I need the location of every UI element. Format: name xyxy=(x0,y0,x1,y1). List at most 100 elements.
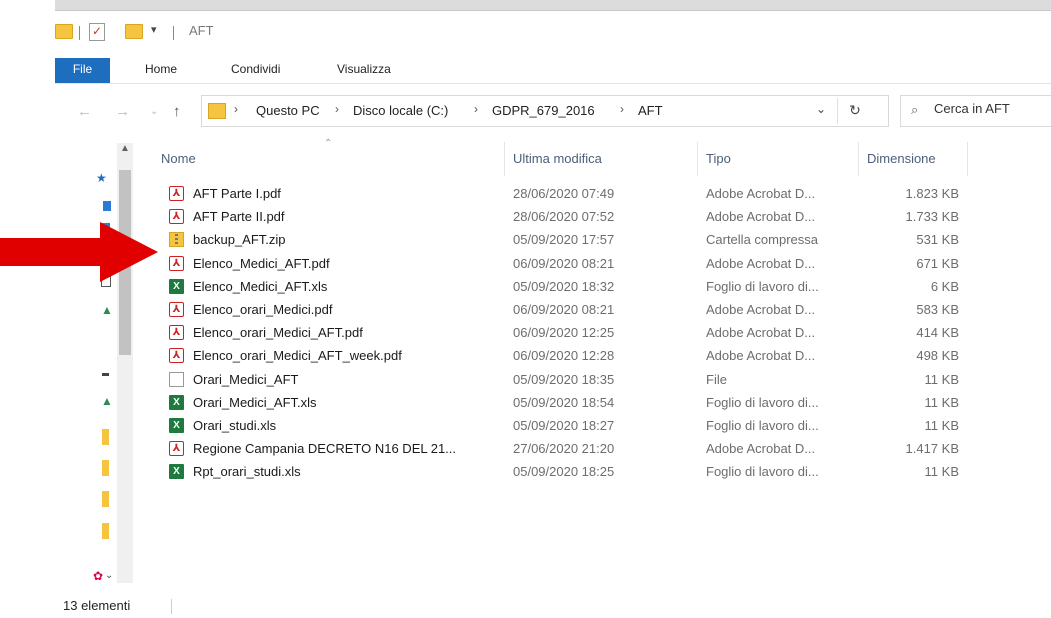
pdf-icon: ⅄ xyxy=(169,302,184,317)
quick-access-toolbar: ✓ ▾ AFT xyxy=(55,20,355,46)
file-size: 11 KB xyxy=(924,371,959,387)
file-name: Orari_studi.xls xyxy=(193,418,277,433)
breadcrumb-local-disk[interactable]: Disco locale (C:) xyxy=(353,103,448,118)
pdf-icon: ⅄ xyxy=(169,186,184,201)
status-bar: 13 elementi xyxy=(55,595,1051,618)
pdf-icon: ⅄ xyxy=(169,325,184,341)
file-type: Adobe Acrobat D... xyxy=(706,209,816,225)
tab-share[interactable]: Condividi xyxy=(231,58,280,83)
file-name: Elenco_orari_Medici.pdf xyxy=(193,302,333,317)
file-name: Elenco_Medici_AFT.pdf xyxy=(193,255,330,271)
column-header-size[interactable]: Dimensione xyxy=(859,142,968,176)
list-item[interactable]: ⅄ AFT Parte II.pdf 28/06/2020 07:52 Adobe A… xyxy=(153,205,973,228)
forward-arrow-icon[interactable]: → xyxy=(115,103,130,120)
folder-icon[interactable] xyxy=(102,429,109,445)
toolbar-separator xyxy=(79,26,80,40)
tab-file[interactable]: File xyxy=(55,58,110,83)
folder-icon[interactable] xyxy=(102,460,109,476)
address-bar[interactable]: › Questo PC › Disco locale (C:) › GDPR_6… xyxy=(201,95,889,127)
file-type: Adobe Acrobat D... xyxy=(706,348,816,364)
file-name: Regione Campania DECRETO N16 DEL 21... xyxy=(193,441,457,457)
file-modified: 28/06/2020 07:52 xyxy=(513,209,615,225)
file-size: 11 KB xyxy=(924,394,959,410)
scroll-up-arrow-icon[interactable]: ▲ xyxy=(120,143,130,154)
file-size: 583 KB xyxy=(916,302,959,317)
device-icon[interactable] xyxy=(102,373,109,376)
search-box[interactable]: ⌕ xyxy=(900,95,1051,127)
file-type: Foglio di lavoro di... xyxy=(706,418,819,433)
breadcrumb-chevron-icon[interactable]: › xyxy=(335,102,339,116)
file-name: backup_AFT.zip xyxy=(193,232,286,248)
list-item[interactable]: ⅄ AFT Parte I.pdf 28/06/2020 07:49 Adobe Ac… xyxy=(153,182,973,205)
refresh-icon[interactable]: ↻ xyxy=(837,98,872,124)
properties-icon[interactable]: ✓ xyxy=(89,23,105,41)
breadcrumb-chevron-icon[interactable]: › xyxy=(620,102,624,116)
item-count: 13 elementi xyxy=(63,598,131,613)
customize-toolbar-icon[interactable]: ▾ xyxy=(151,23,157,36)
desktop-icon[interactable] xyxy=(103,201,111,211)
file-type: Adobe Acrobat D... xyxy=(706,255,816,271)
status-separator xyxy=(171,599,172,614)
list-item[interactable]: X Elenco_Medici_AFT.xls 05/09/2020 18:32 Fo… xyxy=(153,275,973,298)
file-type: Foglio di lavoro di... xyxy=(706,464,819,480)
file-size: 531 KB xyxy=(916,232,959,248)
file-modified: 06/09/2020 12:25 xyxy=(513,325,615,341)
list-item[interactable]: ⅄ Elenco_Medici_AFT.pdf 06/09/2020 08:21 Ad… xyxy=(153,252,973,275)
file-type: Foglio di lavoro di... xyxy=(706,394,819,410)
file-modified: 06/09/2020 12:28 xyxy=(513,348,615,364)
tab-home[interactable]: Home xyxy=(145,58,177,83)
folder-icon[interactable] xyxy=(102,491,109,507)
tab-view[interactable]: Visualizza xyxy=(337,58,391,83)
photos-icon[interactable]: ✿ xyxy=(93,570,103,582)
file-type: Foglio di lavoro di... xyxy=(706,278,819,294)
file-modified: 05/09/2020 18:27 xyxy=(513,418,615,433)
ribbon-tabs: File Home Condividi Visualizza xyxy=(55,58,1051,84)
chevron-down-icon[interactable]: ⌄ xyxy=(105,570,113,582)
breadcrumb-chevron-icon[interactable]: › xyxy=(474,102,478,116)
folder-icon[interactable] xyxy=(102,523,109,539)
file-modified: 05/09/2020 18:35 xyxy=(513,371,615,387)
drive-icon[interactable]: ▲ xyxy=(101,395,113,407)
breadcrumb-aft-folder[interactable]: AFT xyxy=(638,103,663,118)
file-size: 414 KB xyxy=(916,325,959,341)
navigation-pane-scrollbar[interactable]: ▲ xyxy=(117,143,133,583)
list-item[interactable]: ⅄ Regione Campania DECRETO N16 DEL 21... 2… xyxy=(153,437,973,460)
file-type: Adobe Acrobat D... xyxy=(706,325,816,341)
folder-icon xyxy=(208,103,226,119)
background-window-strip xyxy=(55,0,1051,11)
list-item[interactable]: ⅄ Elenco_orari_Medici_AFT_week.pdf 06/09/2… xyxy=(153,344,973,367)
file-name: Orari_Medici_AFT.xls xyxy=(193,394,317,410)
column-header-type[interactable]: Tipo xyxy=(698,142,859,176)
recent-locations-chevron-icon[interactable]: ⌄ xyxy=(150,106,158,117)
breadcrumb-this-pc[interactable]: Questo PC xyxy=(256,103,320,118)
up-arrow-icon[interactable]: ↑ xyxy=(173,103,181,120)
toolbar-separator xyxy=(173,26,174,40)
new-folder-icon[interactable] xyxy=(125,24,143,39)
list-item[interactable]: X Orari_Medici_AFT.xls 05/09/2020 18:54 Fog… xyxy=(153,391,973,414)
back-arrow-icon[interactable]: ← xyxy=(77,103,92,120)
file-type: Cartella compressa xyxy=(706,232,818,248)
file-modified: 06/09/2020 08:21 xyxy=(513,302,615,317)
list-item[interactable]: ⅄ Elenco_orari_Medici_AFT.pdf 06/09/2020 1… xyxy=(153,321,973,344)
list-item[interactable]: X Orari_studi.xls 05/09/2020 18:27 Foglio d… xyxy=(153,414,973,437)
file-modified: 05/09/2020 18:25 xyxy=(513,464,615,480)
breadcrumb-chevron-icon[interactable]: › xyxy=(234,102,238,116)
search-input[interactable] xyxy=(934,101,1051,116)
file-name: AFT Parte I.pdf xyxy=(193,186,281,201)
column-header-name[interactable]: Nome xyxy=(153,142,505,176)
file-size: 671 KB xyxy=(916,255,959,271)
list-item[interactable]: X Rpt_orari_studi.xls 05/09/2020 18:25 Fogl… xyxy=(153,460,973,483)
list-item[interactable]: Orari_Medici_AFT 05/09/2020 18:35 File 11 K… xyxy=(153,368,973,391)
quick-access-star-icon[interactable]: ★ xyxy=(96,172,107,184)
address-dropdown-chevron-icon[interactable]: ⌄ xyxy=(816,102,826,116)
list-item[interactable]: backup_AFT.zip 05/09/2020 17:57 Cartella c… xyxy=(153,228,973,251)
file-size: 1.823 KB xyxy=(905,186,960,201)
file-size: 6 KB xyxy=(930,278,959,294)
column-header-modified[interactable]: Ultima modifica xyxy=(505,142,698,176)
list-item[interactable]: ⅄ Elenco_orari_Medici.pdf 06/09/2020 08:21… xyxy=(153,298,973,321)
file-modified: 05/09/2020 18:54 xyxy=(513,394,615,410)
explorer-window: ✓ ▾ AFT File Home Condividi Visualizza ←… xyxy=(55,0,1051,618)
file-name: AFT Parte II.pdf xyxy=(193,209,285,225)
drive-icon[interactable]: ▲ xyxy=(101,304,113,316)
breadcrumb-gdpr-folder[interactable]: GDPR_679_2016 xyxy=(492,103,595,118)
